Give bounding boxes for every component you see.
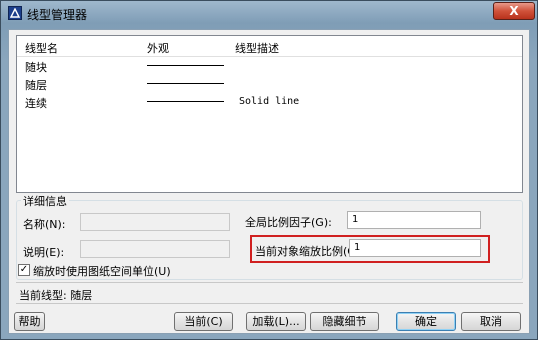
highlight-box xyxy=(250,235,490,263)
list-item[interactable]: 随层 xyxy=(17,75,522,93)
list-header: 线型名 外观 线型描述 xyxy=(17,36,522,57)
app-icon xyxy=(8,6,22,20)
linetype-name: 随块 xyxy=(25,61,47,74)
ok-button[interactable]: 确定 xyxy=(396,312,456,331)
dialog-body: 线型名 外观 线型描述 随块 随层 连续 Solid line 详细信息 名称(… xyxy=(8,29,530,334)
linetype-description: Solid line xyxy=(239,96,300,107)
linetype-list[interactable]: 线型名 外观 线型描述 随块 随层 连续 Solid line xyxy=(16,35,523,193)
help-button[interactable]: 帮助 xyxy=(14,312,45,331)
linetype-manager-window: 线型管理器 X 线型名 外观 线型描述 随块 随层 连续 Solid line … xyxy=(0,0,538,340)
title-bar[interactable]: 线型管理器 X xyxy=(1,1,537,27)
column-header-name[interactable]: 线型名 xyxy=(25,40,58,56)
linetype-appearance xyxy=(147,83,224,84)
paperspace-units-checkbox[interactable]: ✓ xyxy=(18,264,30,276)
column-header-appearance[interactable]: 外观 xyxy=(147,40,169,56)
details-group-title: 详细信息 xyxy=(21,193,69,209)
list-item[interactable]: 随块 xyxy=(17,57,522,75)
window-title: 线型管理器 xyxy=(27,8,88,22)
close-icon: X xyxy=(509,4,519,18)
current-linetype-label: 当前线型: 随层 xyxy=(19,289,93,302)
cancel-button[interactable]: 取消 xyxy=(461,312,521,331)
close-button[interactable]: X xyxy=(493,2,535,20)
global-scale-input[interactable]: 1 xyxy=(347,211,481,229)
linetype-name: 连续 xyxy=(25,97,47,110)
linetype-appearance xyxy=(147,65,224,66)
name-field xyxy=(80,213,230,231)
set-current-button[interactable]: 当前(C) xyxy=(174,312,233,331)
current-linetype-bar: 当前线型: 随层 xyxy=(16,282,523,304)
column-header-description[interactable]: 线型描述 xyxy=(235,40,279,56)
name-label: 名称(N): xyxy=(23,218,66,231)
global-scale-label: 全局比例因子(G): xyxy=(245,216,332,229)
description-field xyxy=(80,240,230,258)
load-button[interactable]: 加载(L)... xyxy=(246,312,306,331)
checkmark-icon: ✓ xyxy=(19,264,29,275)
linetype-name: 随层 xyxy=(25,79,47,92)
list-item[interactable]: 连续 Solid line xyxy=(17,93,522,111)
description-label: 说明(E): xyxy=(23,246,65,259)
paperspace-units-label[interactable]: 缩放时使用图纸空间单位(U) xyxy=(33,263,171,279)
linetype-appearance xyxy=(147,101,224,102)
hide-details-button[interactable]: 隐藏细节 xyxy=(310,312,379,331)
